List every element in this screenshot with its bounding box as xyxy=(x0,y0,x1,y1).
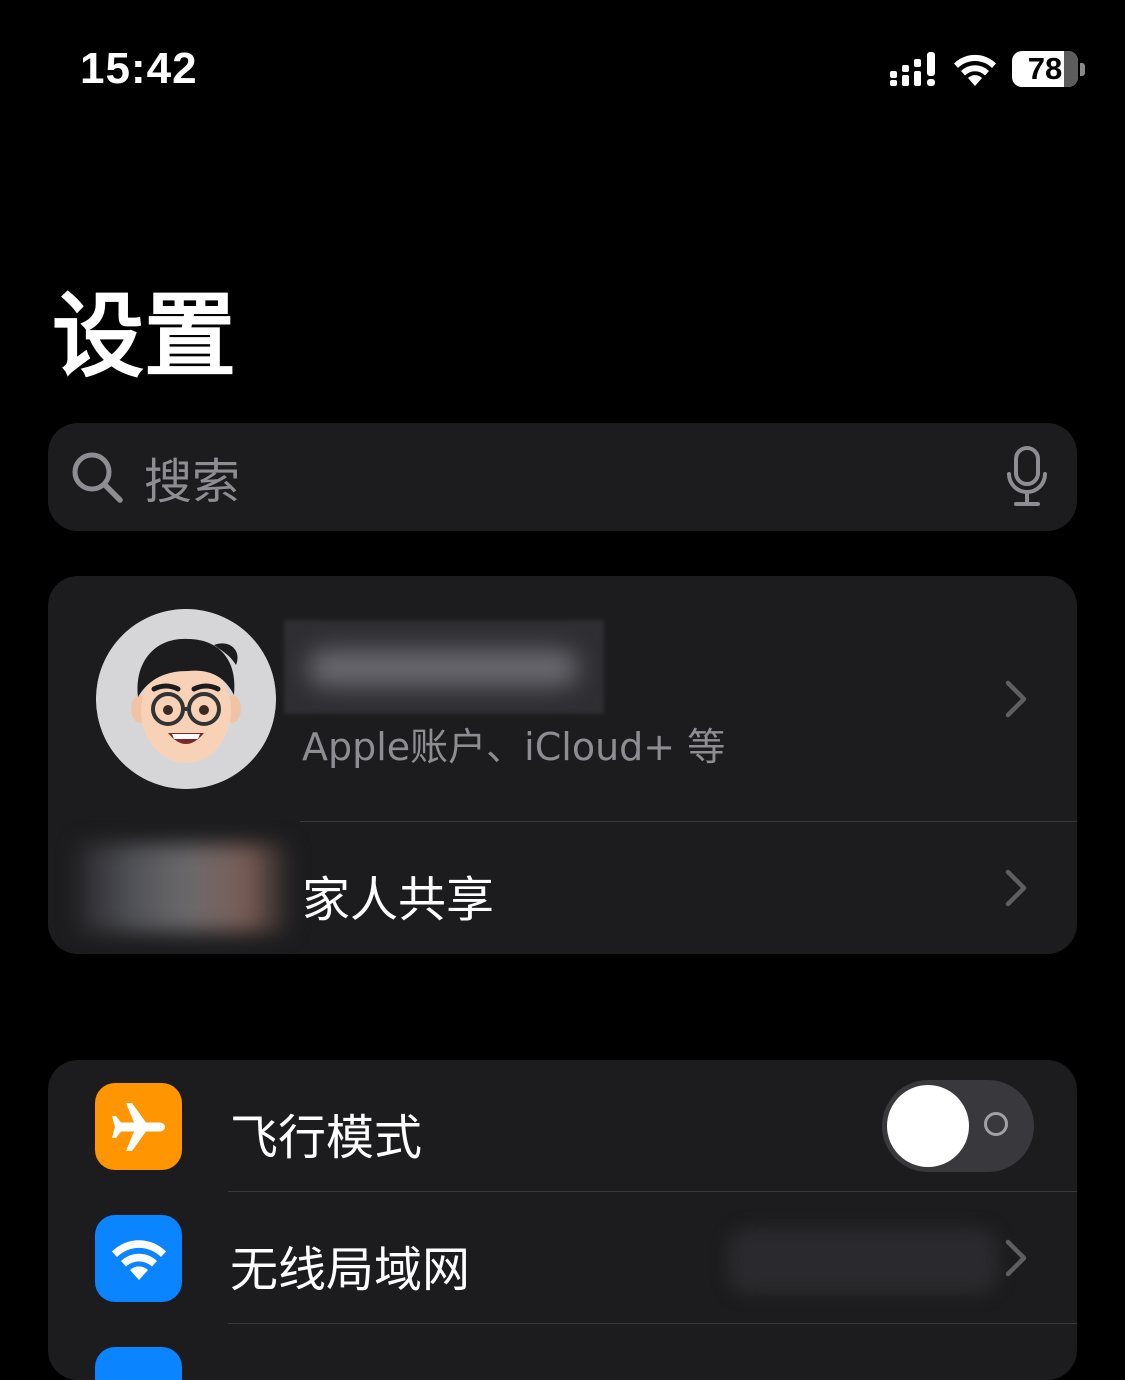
account-subtitle: Apple账户、iCloud+ 等 xyxy=(302,725,726,769)
battery-icon: 78 xyxy=(1012,51,1085,87)
airplane-mode-toggle[interactable] xyxy=(882,1080,1034,1172)
chevron-right-icon xyxy=(1005,869,1027,907)
microphone-icon[interactable] xyxy=(1005,446,1049,508)
account-name-redacted xyxy=(284,620,604,714)
page-title: 设置 xyxy=(52,283,237,390)
wifi-network-redacted xyxy=(728,1228,998,1294)
toggle-knob xyxy=(887,1085,969,1167)
wifi-settings-icon xyxy=(95,1215,182,1302)
family-sharing-row[interactable]: 家人共享 xyxy=(48,822,1077,954)
avatar xyxy=(96,609,276,789)
apple-account-row[interactable]: Apple账户、iCloud+ 等 xyxy=(48,576,1077,821)
battery-level: 78 xyxy=(1027,51,1063,86)
wifi-icon xyxy=(954,54,996,86)
toggle-off-indicator xyxy=(984,1112,1008,1136)
family-avatars-redacted xyxy=(78,844,288,932)
cellular-signal-icon xyxy=(890,52,935,86)
family-sharing-label: 家人共享 xyxy=(302,872,495,928)
wifi-label: 无线局域网 xyxy=(230,1242,471,1298)
search-placeholder: 搜索 xyxy=(144,454,241,510)
battery: 78 xyxy=(1012,51,1078,87)
memoji-avatar-icon xyxy=(96,609,276,789)
chevron-right-icon xyxy=(1005,1239,1027,1277)
airplane-icon xyxy=(95,1083,182,1170)
airplane-mode-row[interactable]: 飞行模式 xyxy=(48,1060,1077,1191)
account-group: Apple账户、iCloud+ 等 家人共享 xyxy=(48,576,1077,954)
chevron-right-icon xyxy=(1005,680,1027,718)
airplane-mode-label: 飞行模式 xyxy=(230,1110,423,1166)
status-time: 15:42 xyxy=(80,44,198,93)
wifi-row[interactable]: 无线局域网 xyxy=(48,1192,1077,1323)
next-row-partial[interactable] xyxy=(48,1324,1077,1380)
search-field[interactable]: 搜索 xyxy=(48,423,1077,531)
status-bar-indicators: 78 xyxy=(890,48,1085,90)
connectivity-group: 飞行模式 无线局域网 xyxy=(48,1060,1077,1380)
search-icon xyxy=(72,452,123,503)
